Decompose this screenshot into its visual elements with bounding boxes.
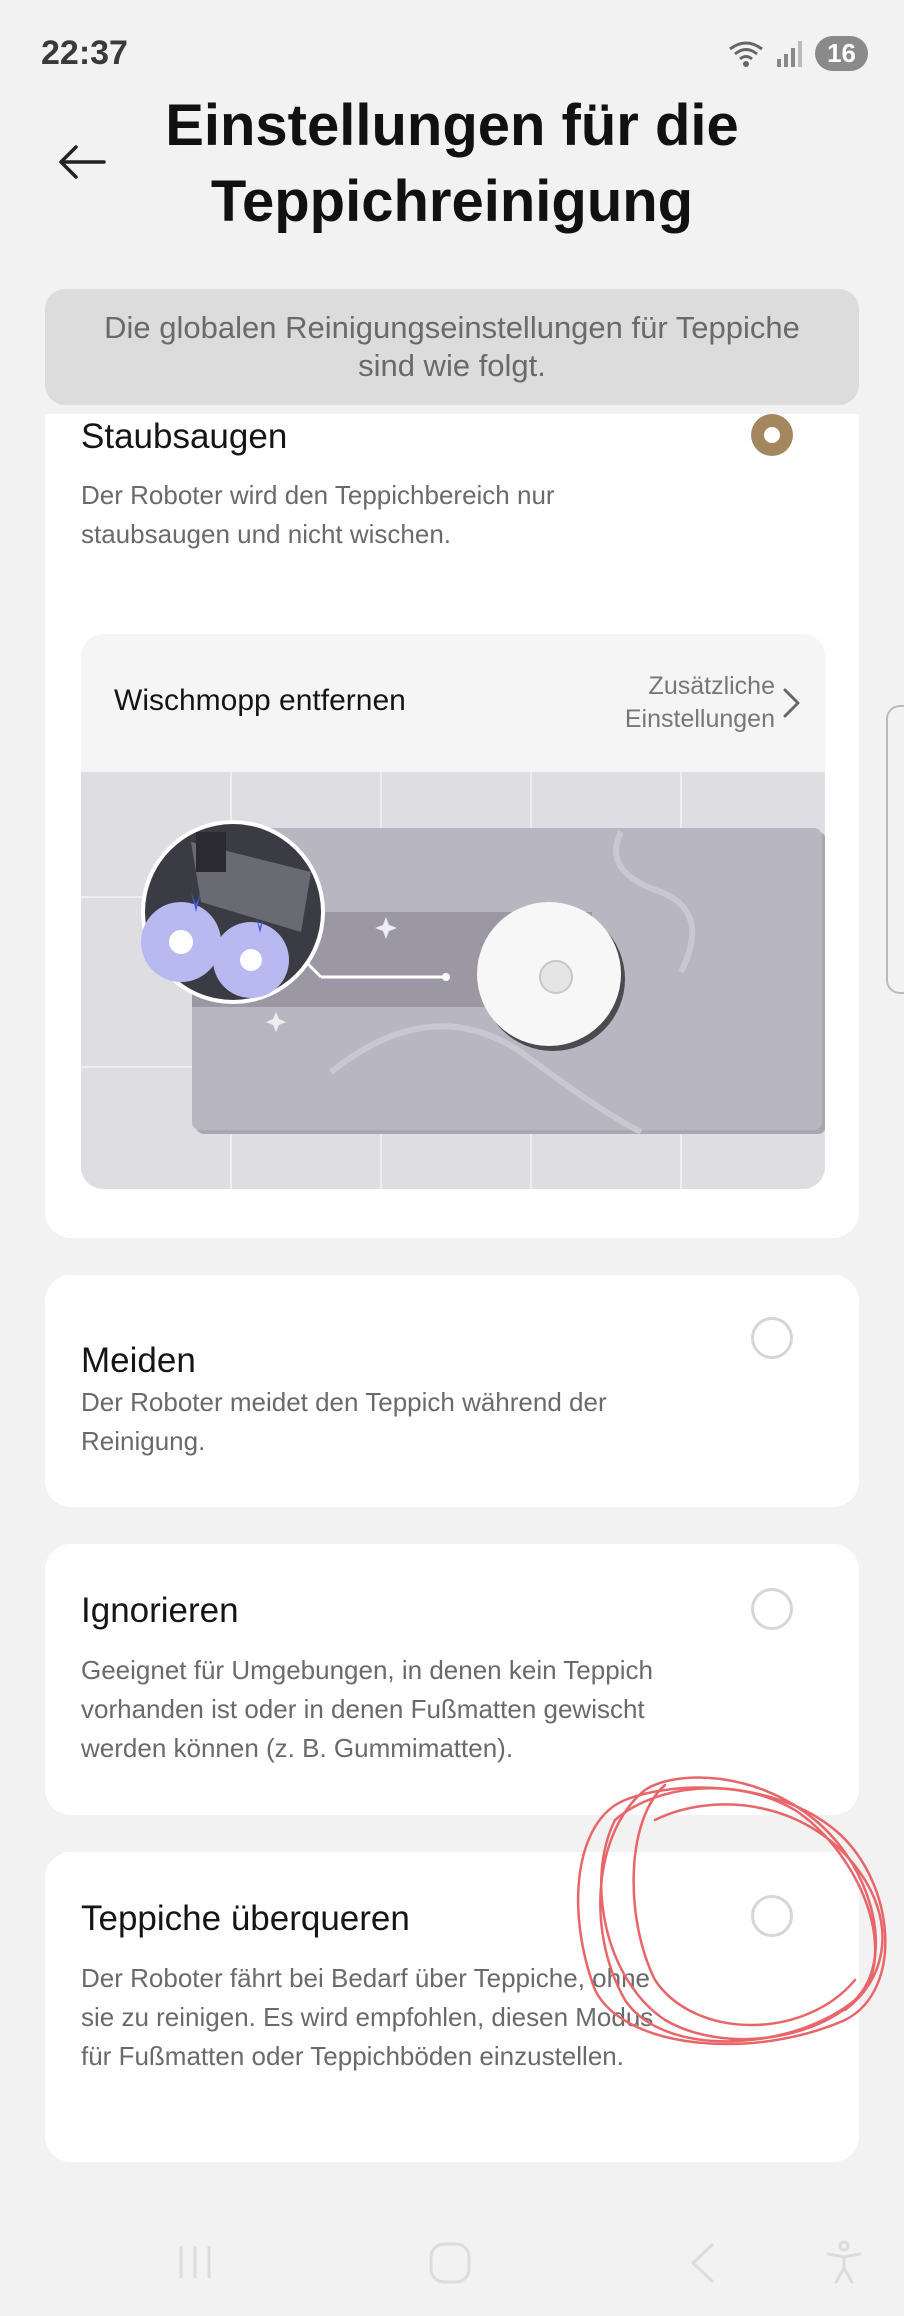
recent-apps-icon[interactable] xyxy=(175,2240,217,2284)
option-radio-teppiche-ueberqueren[interactable] xyxy=(751,1895,793,1937)
option-card-meiden[interactable]: Meiden Der Roboter meidet den Teppich wä… xyxy=(45,1275,859,1507)
battery-level: 16 xyxy=(815,36,868,71)
signal-icon xyxy=(777,40,803,67)
option-title: Teppiche überqueren xyxy=(81,1899,410,1938)
option-description: Der Roboter meidet den Teppich während d… xyxy=(81,1387,607,1456)
option-card-staubsaugen[interactable]: Staubsaugen Der Roboter wird den Teppich… xyxy=(45,414,859,1238)
option-title: Ignorieren xyxy=(81,1591,239,1630)
mop-panel: Wischmopp entfernen Zusätzliche Einstell… xyxy=(81,634,825,1189)
accessibility-icon[interactable] xyxy=(824,2240,864,2286)
mop-removal-illustration xyxy=(81,772,825,1189)
back-arrow-icon xyxy=(59,145,106,179)
option-title: Meiden xyxy=(81,1341,196,1380)
option-description: Geeignet für Umgebungen, in denen kein T… xyxy=(81,1655,653,1763)
back-button[interactable] xyxy=(50,130,114,194)
system-navbar xyxy=(0,2220,904,2316)
additional-settings-link[interactable]: Zusätzliche Einstellungen xyxy=(625,670,775,736)
option-radio-ignorieren[interactable] xyxy=(751,1588,793,1630)
home-icon[interactable] xyxy=(427,2240,473,2286)
info-banner: Die globalen Reinigungseinstellungen für… xyxy=(45,289,859,405)
option-description: Der Roboter wird den Teppichbereich nur … xyxy=(81,480,555,549)
wifi-icon xyxy=(729,41,763,67)
option-card-teppiche-ueberqueren[interactable]: Teppiche überqueren Der Roboter fährt be… xyxy=(45,1852,859,2162)
chevron-right-icon[interactable] xyxy=(781,686,803,720)
page-title: Einstellungen für die Teppichreinigung xyxy=(165,93,739,234)
back-icon[interactable] xyxy=(685,2240,719,2286)
option-radio-meiden[interactable] xyxy=(751,1317,793,1359)
info-banner-text: Die globalen Reinigungseinstellungen für… xyxy=(104,310,800,383)
option-radio-staubsaugen[interactable] xyxy=(751,414,793,456)
mop-label: Wischmopp entfernen xyxy=(114,684,406,717)
additional-settings-line2: Einstellungen xyxy=(624,705,775,733)
option-title: Staubsaugen xyxy=(81,417,288,456)
option-description: Der Roboter fährt bei Bedarf über Teppic… xyxy=(81,1963,654,2071)
option-card-ignorieren[interactable]: Ignorieren Geeignet für Umgebungen, in d… xyxy=(45,1544,859,1815)
status-time: 22:37 xyxy=(41,34,128,72)
scrollbar-handle[interactable] xyxy=(886,705,904,994)
additional-settings-line1: Zusätzliche xyxy=(648,672,775,700)
status-icons: 16 xyxy=(727,36,868,71)
